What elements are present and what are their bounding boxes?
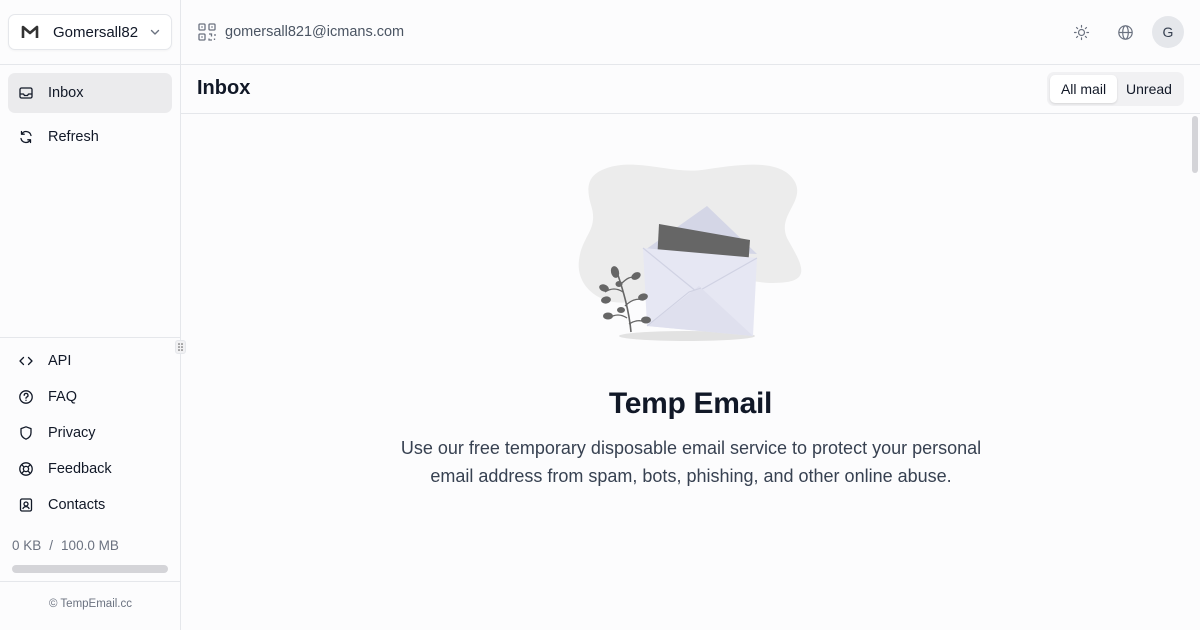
sidebar-item-label: Privacy [48,425,96,441]
sidebar-item-label: API [48,353,72,369]
hero-title: Temp Email [608,387,773,420]
contact-card-icon [19,498,33,512]
sidebar-item-contacts[interactable]: Contacts [8,490,172,520]
hero-description-line: Use our free temporary disposable email … [400,438,982,458]
code-icon [19,356,33,366]
mail-filter-toggle: All mail Unread [1047,72,1184,106]
sidebar-item-label: Contacts [48,497,106,513]
sidebar: Gomersall82 Inbox Refresh API FAQ Privac… [0,0,186,630]
scrollbar[interactable] [1192,116,1198,173]
qr-code-icon[interactable] [198,23,216,41]
storage-separator: / [49,538,54,553]
hero-description-line: email address from spam, bots, phishing,… [430,466,952,486]
sidebar-item-refresh[interactable]: Refresh [8,117,172,157]
refresh-icon [20,130,32,144]
sidebar-item-feedback[interactable]: Feedback [8,454,172,484]
sidebar-item-inbox[interactable]: Inbox [8,73,172,113]
storage-total: 100.0 MB [61,538,119,553]
storage-progress-bar [12,565,168,573]
sidebar-item-api[interactable]: API [8,346,172,376]
email-address[interactable]: gomersall821@icmans.com [225,24,404,40]
top-bar: gomersall821@icmans.com G [181,0,1200,65]
chevron-down-icon [150,29,160,35]
avatar[interactable]: G [1152,16,1184,48]
shield-icon [20,426,32,440]
sidebar-item-privacy[interactable]: Privacy [8,418,172,448]
sidebar-divider [0,64,181,65]
sidebar-item-label: Inbox [48,85,84,101]
envelope-illustration [578,164,802,341]
globe-icon[interactable] [1117,24,1134,41]
filter-unread-button[interactable]: Unread [1117,75,1181,103]
copyright: © TempEmail.cc [48,598,133,610]
sidebar-divider [0,581,181,582]
sidebar-divider [0,337,181,338]
storage-used: 0 KB [12,538,42,553]
main-content: Temp Email Use our free temporary dispos… [181,114,1200,630]
inbox-header: Inbox All mail Unread [181,65,1200,114]
sidebar-item-label: Refresh [48,129,99,145]
sidebar-item-faq[interactable]: FAQ [8,382,172,412]
hero-description: Use our free temporary disposable email … [381,434,1001,490]
page-title: Inbox [197,77,251,99]
sidebar-item-label: Feedback [48,461,112,477]
account-switcher[interactable]: Gomersall82 [8,14,172,50]
filter-all-mail-button[interactable]: All mail [1050,75,1117,103]
lifebuoy-icon [19,462,33,476]
sidebar-item-label: FAQ [48,389,78,405]
storage-usage-text: 0 KB / 100.0 MB [12,538,119,553]
gmail-m-icon [21,25,39,38]
help-circle-icon [19,390,33,404]
inbox-icon [19,87,33,99]
account-name: Gomersall82 [53,23,139,41]
sun-icon[interactable] [1073,24,1090,41]
